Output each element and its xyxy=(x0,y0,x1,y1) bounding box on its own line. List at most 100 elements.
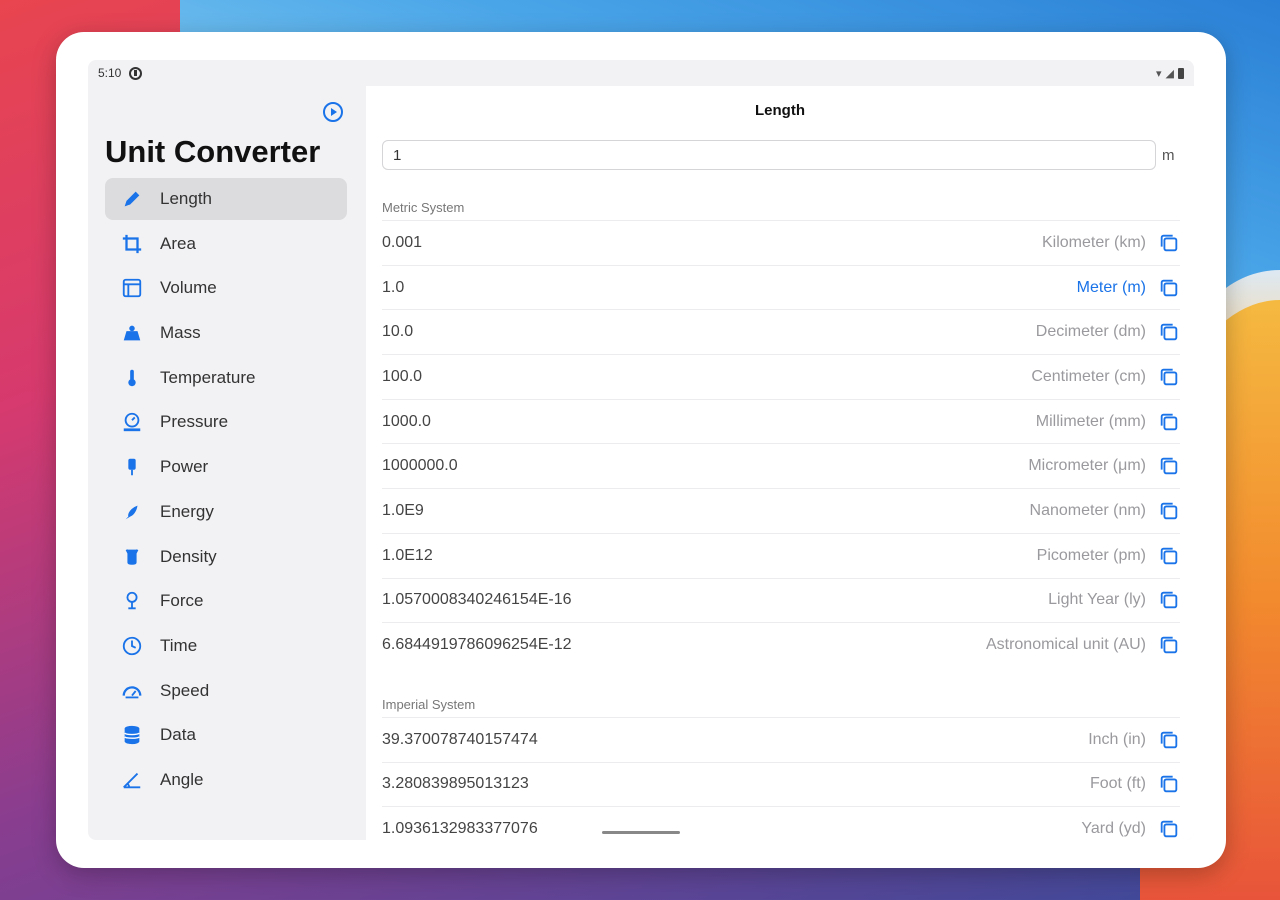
conversion-row[interactable]: 100.0 Centimeter (cm) xyxy=(382,354,1180,399)
sidebar-item-time[interactable]: Time xyxy=(105,625,347,667)
converted-value: 39.370078740157474 xyxy=(382,730,538,748)
converted-value: 3.280839895013123 xyxy=(382,775,529,793)
row-right: Foot (ft) xyxy=(1090,773,1180,795)
clock-icon xyxy=(121,635,143,657)
battery-icon xyxy=(1178,67,1184,79)
sidebar-item-pressure[interactable]: Pressure xyxy=(105,401,347,443)
copy-icon[interactable] xyxy=(1158,729,1180,751)
copy-icon[interactable] xyxy=(1158,411,1180,433)
sidebar-item-label: Volume xyxy=(160,278,217,298)
sidebar-item-energy[interactable]: Energy xyxy=(105,491,347,533)
conversion-row[interactable]: 3.280839895013123 Foot (ft) xyxy=(382,761,1180,807)
conversion-row[interactable]: 1.0E9 Nanometer (nm) xyxy=(382,488,1180,533)
unit-name: Kilometer (km) xyxy=(1041,233,1146,251)
unit-name: Yard (yd) xyxy=(1081,820,1146,838)
converted-value: 0.001 xyxy=(382,233,423,251)
angle-icon xyxy=(121,769,143,791)
row-right: Micrometer (μm) xyxy=(1028,455,1180,477)
unit-name: Micrometer (μm) xyxy=(1028,457,1146,475)
flame-icon xyxy=(121,501,143,523)
conversion-row[interactable]: 1000000.0 Micrometer (μm) xyxy=(382,443,1180,488)
unit-name: Millimeter (mm) xyxy=(1035,412,1146,430)
sidebar-item-label: Energy xyxy=(160,501,214,521)
sidebar-item-label: Pressure xyxy=(160,412,229,432)
tablet-frame: 5:10 ▾ ◢ Unit Converter Length Area Volume… xyxy=(56,32,1226,868)
copy-icon[interactable] xyxy=(1158,589,1180,611)
sidebar-item-length[interactable]: Length xyxy=(105,178,347,220)
copy-icon[interactable] xyxy=(1158,321,1180,343)
sidebar-item-mass[interactable]: Mass xyxy=(105,312,347,354)
value-input[interactable] xyxy=(382,140,1156,170)
sidebar-item-label: Force xyxy=(160,591,204,611)
conversion-row[interactable]: 1.0 Meter (m) xyxy=(382,264,1180,310)
sidebar-item-area[interactable]: Area xyxy=(105,223,347,265)
sidebar-item-force[interactable]: Force xyxy=(105,580,347,622)
status-left: 5:10 xyxy=(98,66,143,80)
unit-name: Meter (m) xyxy=(1076,278,1146,296)
copy-icon[interactable] xyxy=(1158,773,1180,795)
sidebar-item-volume[interactable]: Volume xyxy=(105,267,347,309)
converted-value: 10.0 xyxy=(382,323,414,341)
copy-icon[interactable] xyxy=(1158,634,1180,656)
converted-value: 1.0570008340246154E-16 xyxy=(382,591,572,609)
conversion-row[interactable]: 1.0E12 Picometer (pm) xyxy=(382,532,1180,578)
home-indicator[interactable] xyxy=(602,831,680,834)
status-right: ▾ ◢ xyxy=(1156,67,1184,80)
thermometer-icon xyxy=(121,367,143,389)
database-icon xyxy=(121,724,143,746)
copy-icon[interactable] xyxy=(1158,277,1180,299)
conversion-row[interactable]: 6.684491978609625​4E-12 Astronomical unit… xyxy=(382,622,1180,667)
unit-name: Inch (in) xyxy=(1088,730,1146,748)
sidebar-item-label: Temperature xyxy=(160,367,256,387)
conversion-row[interactable]: 39.370078740157474 Inch (in) xyxy=(382,716,1180,762)
conversion-row[interactable]: 0.001 Kilometer (km) xyxy=(382,220,1180,265)
sidebar-item-label: Power xyxy=(160,457,209,477)
unit-name: Light Year (ly) xyxy=(1048,591,1146,609)
copy-icon[interactable] xyxy=(1158,455,1180,477)
conversion-row[interactable]: 1.0570008340246154E-16 Light Year (ly) xyxy=(382,577,1180,623)
weight-icon xyxy=(121,322,143,344)
row-right: Light Year (ly) xyxy=(1048,589,1180,611)
sidebar-toggle-icon[interactable] xyxy=(323,102,343,122)
converted-value: 1.0 xyxy=(382,278,405,296)
copy-icon[interactable] xyxy=(1158,232,1180,254)
app-title: Unit Converter xyxy=(105,134,321,169)
conversion-row[interactable]: 1.0936132983377076 Yard (yd) xyxy=(382,806,1180,840)
sidebar-item-density[interactable]: Density xyxy=(105,536,347,578)
sidebar-item-temperature[interactable]: Temperature xyxy=(105,357,347,399)
unit-name: Picometer (pm) xyxy=(1036,546,1146,564)
row-right: Inch (in) xyxy=(1088,729,1180,751)
sidebar: Unit Converter Length Area Volume Mass Tempe… xyxy=(88,86,366,840)
copy-icon[interactable] xyxy=(1158,366,1180,388)
converted-value: 1.0E12 xyxy=(382,546,433,564)
input-unit-label: m xyxy=(1162,147,1175,164)
conversion-list: Metric System 0.001 Kilometer (km) 1.0 Meter… xyxy=(382,186,1180,840)
force-icon xyxy=(121,590,143,612)
section-header: Metric System xyxy=(382,200,465,215)
conversion-row[interactable]: 1000.0 Millimeter (mm) xyxy=(382,398,1180,444)
section-header: Imperial System xyxy=(382,696,476,712)
copy-icon[interactable] xyxy=(1158,818,1180,840)
sidebar-item-data[interactable]: Data xyxy=(105,714,347,756)
gauge-icon xyxy=(121,411,143,433)
copy-icon[interactable] xyxy=(1158,500,1180,522)
row-right: Decimeter (dm) xyxy=(1036,321,1180,343)
conversion-row[interactable]: 10.0 Decimeter (dm) xyxy=(382,309,1180,354)
sidebar-item-angle[interactable]: Angle xyxy=(105,759,347,801)
row-right: Millimeter (mm) xyxy=(1036,411,1180,433)
main-panel: Length m Metric System 0.001 Kilometer (km… xyxy=(366,86,1194,840)
unit-name: Nanometer (nm) xyxy=(1029,501,1146,519)
row-right: Yard (yd) xyxy=(1081,818,1180,840)
unit-name: Centimeter (cm) xyxy=(1031,367,1146,385)
status-bar: 5:10 ▾ ◢ xyxy=(88,60,1194,86)
copy-icon[interactable] xyxy=(1158,545,1180,567)
sidebar-item-label: Length xyxy=(160,189,212,208)
sidebar-item-power[interactable]: Power xyxy=(105,446,347,488)
unit-name: Astronomical unit (AU) xyxy=(985,636,1146,654)
sidebar-item-label: Angle xyxy=(160,769,204,789)
sidebar-item-label: Density xyxy=(160,546,217,566)
ruler-pencil-icon xyxy=(121,188,143,210)
sidebar-item-speed[interactable]: Speed xyxy=(105,670,347,712)
converted-value: 1000000.0 xyxy=(382,457,458,475)
